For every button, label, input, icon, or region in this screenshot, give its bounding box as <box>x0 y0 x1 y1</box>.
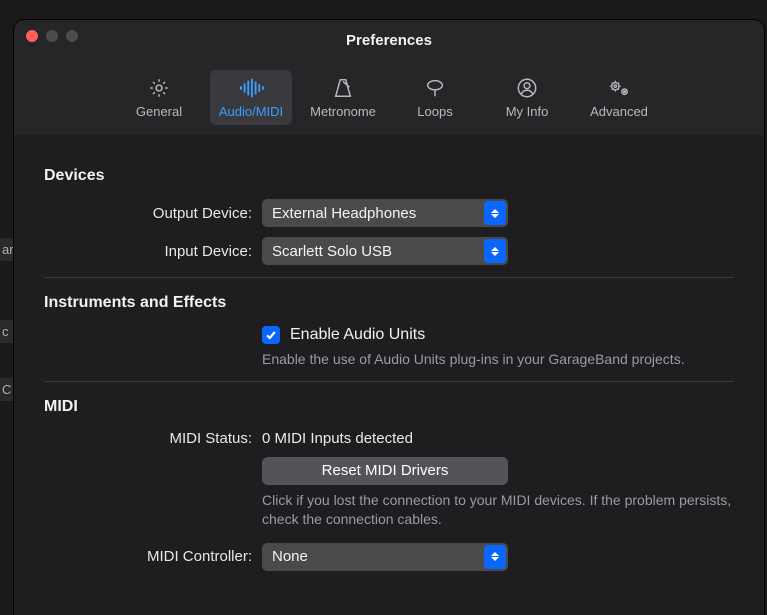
tab-label: Metronome <box>310 104 376 119</box>
section-heading-midi: MIDI <box>44 398 734 416</box>
output-device-label: Output Device: <box>44 205 262 222</box>
tab-advanced[interactable]: Advanced <box>578 70 660 125</box>
section-heading-devices: Devices <box>44 167 734 185</box>
midi-controller-select[interactable]: None <box>262 543 508 571</box>
person-icon <box>513 76 541 100</box>
tab-general[interactable]: General <box>118 70 200 125</box>
reset-midi-drivers-button[interactable]: Reset MIDI Drivers <box>262 457 508 485</box>
enable-audio-units-helper: Enable the use of Audio Units plug-ins i… <box>262 350 692 369</box>
window-title: Preferences <box>14 32 764 49</box>
divider <box>44 277 734 278</box>
output-device-value: External Headphones <box>272 205 416 222</box>
preferences-content: Devices Output Device: External Headphon… <box>14 135 764 615</box>
dropdown-stepper-icon <box>484 201 506 225</box>
reset-midi-drivers-label: Reset MIDI Drivers <box>322 462 449 479</box>
gear-icon <box>145 76 173 100</box>
midi-controller-label: MIDI Controller: <box>44 548 262 565</box>
input-device-select[interactable]: Scarlett Solo USB <box>262 237 508 265</box>
tab-label: Loops <box>417 104 452 119</box>
dropdown-stepper-icon <box>484 239 506 263</box>
tab-audio-midi[interactable]: Audio/MIDI <box>210 70 292 125</box>
waveform-icon <box>237 76 265 100</box>
reset-midi-helper: Click if you lost the connection to your… <box>262 491 732 529</box>
midi-status-label: MIDI Status: <box>44 430 262 447</box>
tab-label: My Info <box>506 104 549 119</box>
midi-status-value: 0 MIDI Inputs detected <box>262 430 413 447</box>
output-device-select[interactable]: External Headphones <box>262 199 508 227</box>
enable-audio-units-checkbox[interactable] <box>262 326 280 344</box>
gears-icon <box>605 76 633 100</box>
tab-label: General <box>136 104 182 119</box>
midi-controller-value: None <box>272 548 308 565</box>
tab-label: Advanced <box>590 104 648 119</box>
tab-my-info[interactable]: My Info <box>486 70 568 125</box>
tab-label: Audio/MIDI <box>219 104 283 119</box>
preferences-tabs: General Audio/MIDI Metronome Loops My In… <box>14 68 764 135</box>
dropdown-stepper-icon <box>484 545 506 569</box>
background-fragment: c <box>0 320 15 343</box>
divider <box>44 381 734 382</box>
preferences-window: Preferences General Audio/MIDI Metronome… <box>14 20 764 615</box>
input-device-value: Scarlett Solo USB <box>272 243 392 260</box>
tab-metronome[interactable]: Metronome <box>302 70 384 125</box>
metronome-icon <box>329 76 357 100</box>
section-heading-instruments: Instruments and Effects <box>44 294 734 312</box>
tab-loops[interactable]: Loops <box>394 70 476 125</box>
enable-audio-units-label: Enable Audio Units <box>290 326 425 344</box>
input-device-label: Input Device: <box>44 243 262 260</box>
loops-icon <box>421 76 449 100</box>
titlebar: Preferences <box>14 20 764 68</box>
